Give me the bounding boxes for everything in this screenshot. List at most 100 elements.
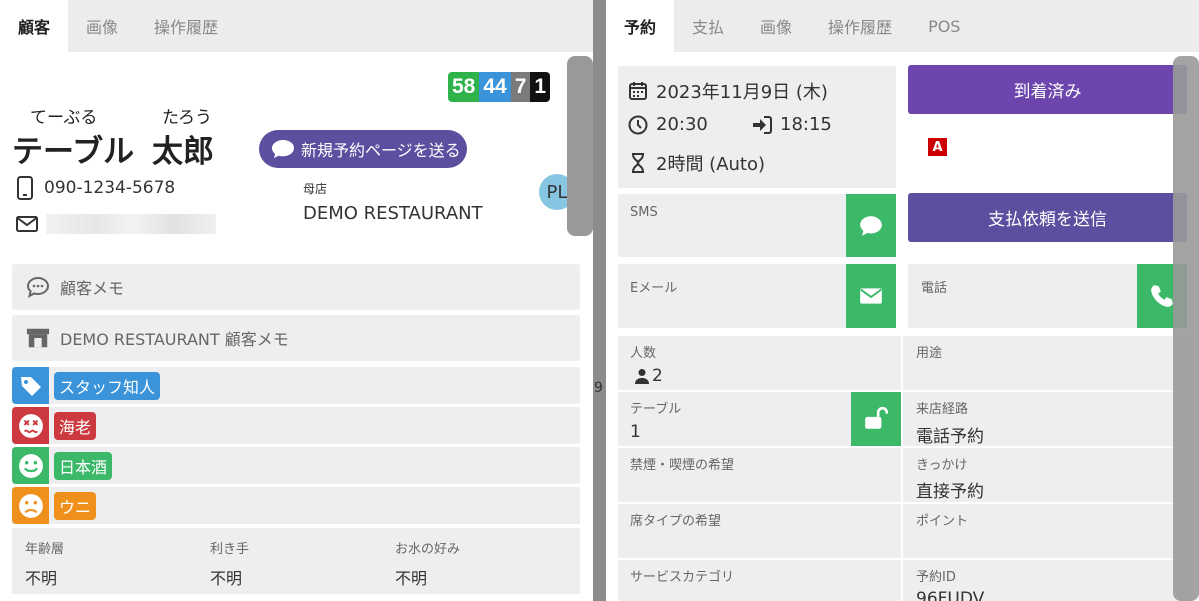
attr-label: お水の好み xyxy=(395,542,461,557)
badge-cancellations: 7 xyxy=(510,72,531,102)
attr-value: 不明 xyxy=(25,569,58,588)
smile-face-icon xyxy=(12,447,49,484)
last-name: テーブル xyxy=(12,134,135,170)
customer-attributes: 年齢層 不明 利き手 不明 お水の好み 不明 xyxy=(12,528,580,594)
tab-history[interactable]: 操作履歴 xyxy=(810,0,910,52)
tab-images[interactable]: 画像 xyxy=(742,0,810,52)
attr-label: 年齢層 xyxy=(25,542,65,557)
field-label: きっかけ xyxy=(916,458,968,473)
customer-memo-label: 顧客メモ xyxy=(60,279,125,298)
tag-row[interactable]: 日本酒 xyxy=(12,447,580,484)
tab-customer[interactable]: 顧客 xyxy=(0,0,69,52)
store-memo-label: DEMO RESTAURANT 顧客メモ xyxy=(60,330,289,349)
home-store-label: 母店 xyxy=(303,182,328,196)
tag-row[interactable]: スタッフ知人 xyxy=(12,367,580,404)
field-value: 直接予約 xyxy=(916,482,984,502)
tag-chip: ウニ xyxy=(54,491,97,520)
attr-label: 利き手 xyxy=(210,542,250,557)
attr-water[interactable]: お水の好み 不明 xyxy=(395,528,460,589)
field-value: 2 xyxy=(652,366,663,386)
reservation-tabs: 予約 支払 画像 操作履歴 POS xyxy=(606,0,1199,52)
reservation-duration: 2時間 (Auto) xyxy=(628,150,765,176)
email-label: Eメール xyxy=(630,281,678,296)
send-email-button[interactable] xyxy=(846,264,896,328)
tag-row[interactable]: 海老 xyxy=(12,407,580,444)
arrived-button[interactable]: 到着済み xyxy=(908,65,1187,114)
sign-in-icon xyxy=(753,115,772,134)
tag-chip: 日本酒 xyxy=(54,451,113,480)
field-label: 来店経路 xyxy=(916,402,969,417)
comment-dots-icon xyxy=(26,276,50,298)
hourglass-icon xyxy=(632,153,644,173)
customer-phone[interactable]: 090-1234-5678 xyxy=(16,176,175,200)
attr-value: 不明 xyxy=(210,569,243,588)
field-purpose[interactable] xyxy=(903,336,1187,390)
divider-digit: 9 xyxy=(594,380,603,396)
field-label: 禁煙・喫煙の希望 xyxy=(630,458,735,473)
arrival-time: 18:15 xyxy=(752,114,832,135)
badge-reservations: 44 xyxy=(479,72,511,102)
table-lock-button[interactable] xyxy=(851,392,901,446)
badge-visits: 58 xyxy=(448,72,480,102)
tab-pos[interactable]: POS xyxy=(910,0,978,52)
field-label: ポイント xyxy=(916,514,969,529)
chat-bubble-icon xyxy=(860,215,882,236)
chat-bubble-icon xyxy=(272,140,294,158)
phone-icon xyxy=(1151,285,1173,307)
home-store-value: DEMO RESTAURANT xyxy=(303,203,483,224)
date-text: 2023年11月9日 (木) xyxy=(656,82,828,103)
a-badge: A xyxy=(928,138,947,156)
field-label: 用途 xyxy=(916,346,943,361)
attr-handedness[interactable]: 利き手 不明 xyxy=(210,528,249,589)
visit-count-badges: 58 44 7 1 xyxy=(448,72,551,102)
right-scrollbar[interactable] xyxy=(1173,56,1199,601)
phone-number: 090-1234-5678 xyxy=(44,178,176,198)
frown-face-icon xyxy=(12,487,49,524)
person-icon xyxy=(635,369,649,384)
tag-icon xyxy=(12,367,49,404)
send-booking-page-button[interactable]: 新規予約ページを送る xyxy=(259,130,467,168)
send-payment-request-button[interactable]: 支払依頼を送信 xyxy=(908,193,1187,242)
time-text: 20:30 xyxy=(656,114,708,135)
tag-chip: スタッフ知人 xyxy=(54,371,161,400)
party-size-value: 2 xyxy=(634,366,663,386)
tab-history[interactable]: 操作履歴 xyxy=(136,0,236,52)
customer-memo-field[interactable]: 顧客メモ xyxy=(12,264,580,310)
dislike-face-icon xyxy=(12,407,49,444)
phone-label: 電話 xyxy=(921,281,948,296)
store-memo-field[interactable]: DEMO RESTAURANT 顧客メモ xyxy=(12,315,580,361)
customer-email[interactable] xyxy=(16,214,216,234)
reservation-date: 2023年11月9日 (木) xyxy=(628,78,828,104)
first-name: 太郎 xyxy=(152,134,214,170)
send-sms-button[interactable] xyxy=(846,194,896,257)
envelope-icon xyxy=(860,288,882,304)
field-label: テーブル xyxy=(630,402,682,417)
badge-noshows: 1 xyxy=(530,72,551,102)
left-scrollbar[interactable] xyxy=(567,56,593,236)
attr-value: 不明 xyxy=(395,569,428,588)
customer-tabs: 顧客 画像 操作履歴 xyxy=(0,0,593,52)
email-redacted xyxy=(46,214,216,234)
field-value: 96FUDV xyxy=(916,589,985,601)
mobile-phone-icon xyxy=(17,176,33,200)
calendar-icon xyxy=(629,82,647,100)
tab-payment[interactable]: 支払 xyxy=(674,0,742,52)
reservation-time: 20:30 xyxy=(628,114,708,135)
arrival-time-text: 18:15 xyxy=(780,114,832,135)
tag-row[interactable]: ウニ xyxy=(12,487,580,524)
attr-age[interactable]: 年齢層 不明 xyxy=(25,528,64,589)
field-label: 人数 xyxy=(630,346,657,361)
field-label: 席タイプの希望 xyxy=(630,514,722,529)
field-value: 1 xyxy=(630,422,641,442)
first-name-reading: たろう xyxy=(162,108,212,128)
tab-reservation[interactable]: 予約 xyxy=(606,0,675,52)
tag-chip: 海老 xyxy=(54,411,97,440)
send-booking-page-label: 新規予約ページを送る xyxy=(301,141,461,160)
field-value: 電話予約 xyxy=(916,427,984,447)
last-name-reading: てーぶる xyxy=(30,108,98,128)
sms-label: SMS xyxy=(630,205,658,220)
reservation-datetime[interactable]: 2023年11月9日 (木) 20:30 18:15 2時間 (Auto) xyxy=(618,66,896,188)
tab-images[interactable]: 画像 xyxy=(68,0,136,52)
field-label: サービスカテゴリ xyxy=(630,570,735,585)
clock-icon xyxy=(628,115,648,134)
